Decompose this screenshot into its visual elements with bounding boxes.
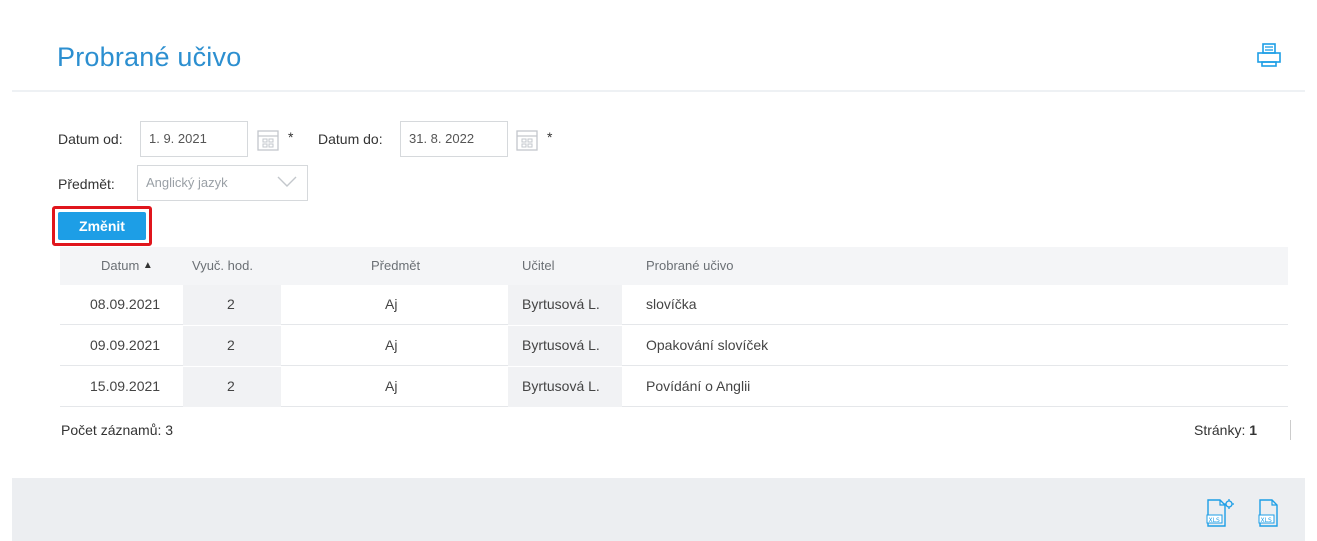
svg-text:XLS: XLS (1261, 517, 1272, 524)
page: Probrané učivo Datum od: 1. 9. 2021 * Da… (12, 10, 1305, 541)
cell-teacher: Byrtusová L. (522, 378, 600, 394)
cell-date: 15.09.2021 (90, 378, 161, 394)
column-header-topic[interactable]: Probrané učivo (646, 258, 733, 273)
cell-teacher: Byrtusová L. (522, 337, 600, 353)
column-header-hours[interactable]: Vyuč. hod. (192, 258, 253, 273)
date-from-input[interactable]: 1. 9. 2021 (140, 121, 248, 157)
cell-subject: Aj (385, 337, 398, 353)
printer-icon[interactable] (1254, 40, 1284, 70)
subject-select-value: Anglický jazyk (146, 175, 228, 190)
required-mark: * (288, 129, 294, 145)
pagination: Stránky: 1 (1194, 422, 1257, 438)
cell-topic: Povídání o Anglii (646, 378, 751, 394)
subject-select[interactable]: Anglický jazyk (137, 165, 308, 201)
cell-date: 08.09.2021 (90, 296, 161, 312)
column-header-teacher[interactable]: Učitel (522, 258, 555, 273)
pages-label: Stránky: (1194, 422, 1246, 438)
calendar-icon[interactable] (515, 128, 539, 152)
xls-export-settings-icon[interactable]: XLS (1205, 498, 1235, 528)
chevron-down-icon (277, 176, 297, 187)
change-button[interactable]: Změnit (58, 212, 146, 240)
date-from-label: Datum od: (58, 131, 123, 147)
cell-topic: Opakování slovíček (646, 337, 769, 353)
subject-label: Předmět: (58, 176, 115, 192)
xls-export-icon[interactable]: XLS (1256, 498, 1282, 528)
cell-topic: slovíčka (646, 296, 697, 312)
page-link-current[interactable]: 1 (1249, 422, 1257, 438)
table-row: 15.09.2021 2 Aj Byrtusová L. Povídání o … (60, 367, 1288, 407)
svg-text:XLS: XLS (1209, 517, 1220, 524)
cell-hours: 2 (227, 296, 235, 312)
title-bar: Probrané učivo (12, 10, 1305, 92)
cell-teacher: Byrtusová L. (522, 296, 600, 312)
column-header-subject[interactable]: Předmět (371, 258, 420, 273)
cell-hours: 2 (227, 378, 235, 394)
export-bar: XLS XLS (12, 478, 1305, 541)
submit-highlight: Změnit (52, 206, 152, 246)
calendar-icon[interactable] (256, 128, 280, 152)
date-to-label: Datum do: (318, 131, 383, 147)
record-count: Počet záznamů: 3 (61, 422, 174, 438)
table-header: Datum ▲ Vyuč. hod. Předmět Učitel Probra… (60, 247, 1288, 285)
cell-subject: Aj (385, 378, 398, 394)
required-mark: * (547, 129, 553, 145)
sort-asc-icon: ▲ (142, 260, 153, 271)
divider (1290, 420, 1291, 440)
cell-hours: 2 (227, 337, 235, 353)
table-row: 08.09.2021 2 Aj Byrtusová L. slovíčka (60, 285, 1288, 325)
column-header-date[interactable]: Datum ▲ (101, 258, 153, 273)
table-row: 09.09.2021 2 Aj Byrtusová L. Opakování s… (60, 326, 1288, 366)
date-to-input[interactable]: 31. 8. 2022 (400, 121, 508, 157)
cell-date: 09.09.2021 (90, 337, 161, 353)
page-title: Probrané učivo (57, 42, 242, 72)
cell-subject: Aj (385, 296, 398, 312)
